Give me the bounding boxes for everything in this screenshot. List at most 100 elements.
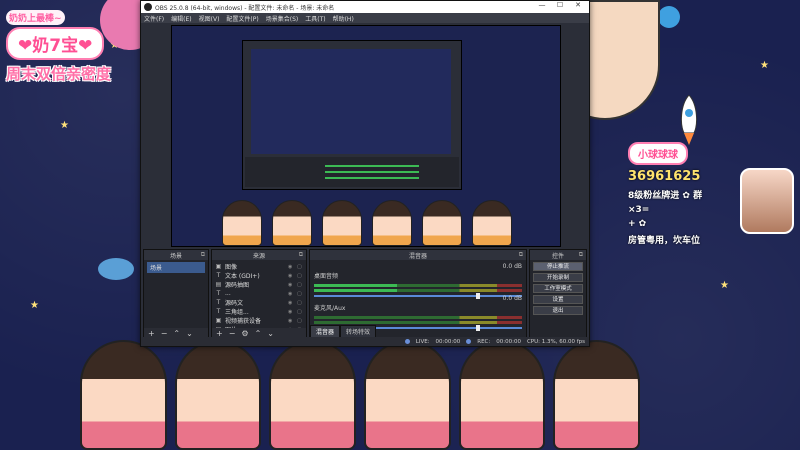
- source-item[interactable]: T 源码文 ◉ ▢: [215, 298, 303, 307]
- mixer-dock: 混音器 ⧉ 桌面音频 0.0 dB 麦克风/Aux 0.0 dB 混音器 转场特…: [309, 249, 527, 339]
- weekend-slogan: 周末双倍亲密度: [6, 65, 112, 83]
- fan-line: 房管粤用，坎车位: [628, 236, 701, 246]
- volume-meter: [314, 316, 522, 319]
- scenes-dock: 场景 ⧉ 场景 + − ⌃ ⌄: [143, 249, 209, 339]
- lock-icon[interactable]: ▢: [297, 282, 303, 288]
- source-type-icon: T: [216, 290, 221, 297]
- dock-close-icon[interactable]: ⧉: [201, 251, 205, 259]
- obs-window: OBS 25.0.8 (64-bit, windows) - 配置文件: 未命名…: [140, 0, 590, 347]
- live-time: 00:00:00: [435, 338, 461, 345]
- source-item[interactable]: ▤ 源码抽图 ◉ ▢: [215, 280, 303, 289]
- cartoon-character: [553, 340, 641, 450]
- source-item[interactable]: T 文本 (GDI+) ◉ ▢: [215, 271, 303, 280]
- title-bar: OBS 25.0.8 (64-bit, windows) - 配置文件: 未命名…: [141, 1, 589, 13]
- dock-area: 场景 ⧉ 场景 + − ⌃ ⌄ 来源 ⧉ ▣ 图像 ◉ ▢ T 文本 (GDI+) ◉ ▢ ▤ 源…: [141, 249, 589, 339]
- menu-help[interactable]: 帮助(H): [333, 14, 354, 23]
- source-name: 三角组...: [225, 309, 249, 316]
- minimize-button[interactable]: —: [533, 1, 551, 9]
- menu-profile[interactable]: 配置文件(P): [226, 14, 258, 23]
- eye-icon[interactable]: ◉: [288, 309, 294, 315]
- nested-docks: [245, 157, 459, 187]
- controls-dock: 控件 ⧉ 停止推流 开始录制 工作室模式 设置 退出: [529, 249, 587, 339]
- sources-dock: 来源 ⧉ ▣ 图像 ◉ ▢ T 文本 (GDI+) ◉ ▢ ▤ 源码抽图 ◉ ▢ T... ◉ ▢ T 源码文 ◉…: [211, 249, 307, 339]
- controls-dock-header: 控件 ⧉: [530, 250, 586, 260]
- source-name: 图像: [225, 264, 238, 271]
- lock-icon[interactable]: ▢: [297, 273, 303, 279]
- sources-dock-header: 来源 ⧉: [212, 250, 306, 260]
- source-name: 文本 (GDI+): [225, 273, 260, 280]
- rec-label: REC:: [477, 338, 491, 345]
- maximize-button[interactable]: ☐: [551, 1, 569, 9]
- menu-tools[interactable]: 工具(T): [305, 14, 325, 23]
- menu-edit[interactable]: 编辑(E): [171, 14, 191, 23]
- eye-icon[interactable]: ◉: [288, 300, 294, 306]
- eye-icon[interactable]: ◉: [288, 291, 294, 297]
- cartoon-characters: [79, 330, 641, 450]
- channel-db: 0.0 dB: [502, 295, 522, 302]
- streamer-badge: 奶奶上最棒~ ❤奶7宝❤ 周末双倍亲密度: [6, 6, 136, 84]
- source-name: 源码文: [225, 300, 244, 307]
- eye-icon[interactable]: ◉: [288, 264, 294, 270]
- dock-close-icon[interactable]: ⧉: [299, 251, 303, 259]
- source-type-icon: ▤: [215, 281, 222, 288]
- cartoon-character: [472, 200, 512, 246]
- planet-decoration: [658, 6, 680, 28]
- fan-panel-title: 小球球球: [628, 142, 688, 165]
- cartoon-character: [372, 200, 412, 246]
- eye-icon[interactable]: ◉: [288, 318, 294, 324]
- source-item[interactable]: ▣ 视频捕获设备 ◉ ▢: [215, 316, 303, 325]
- menu-scene-collection[interactable]: 场景集合(S): [266, 14, 299, 23]
- volume-meter: [314, 289, 522, 292]
- cartoon-character: [222, 200, 262, 246]
- slider-handle[interactable]: [476, 325, 481, 331]
- planet-decoration: [98, 258, 134, 280]
- cpu-status: CPU: 1.3%, 60.00 fps: [526, 338, 585, 345]
- source-name: 视频捕获设备: [225, 318, 262, 325]
- lock-icon[interactable]: ▢: [297, 309, 303, 315]
- channel-name: 麦克风/Aux: [314, 305, 346, 312]
- dock-close-icon[interactable]: ⧉: [579, 251, 583, 259]
- avatar: [740, 168, 794, 234]
- source-item[interactable]: T 三角组... ◉ ▢: [215, 307, 303, 316]
- cartoon-character: [269, 340, 356, 450]
- live-label: LIVE:: [415, 338, 430, 345]
- cartoon-character: [79, 340, 167, 450]
- rec-time: 00:00:00: [496, 338, 521, 345]
- nested-obs-capture: [242, 40, 462, 190]
- live-indicator-icon: [404, 339, 410, 344]
- volume-meter: [314, 321, 522, 324]
- cartoon-character: [272, 200, 312, 246]
- sources-list: ▣ 图像 ◉ ▢ T 文本 (GDI+) ◉ ▢ ▤ 源码抽图 ◉ ▢ T... ◉ ▢ T 源码文 ◉ ▢ T 三角组…: [212, 260, 306, 336]
- preview-canvas[interactable]: [171, 25, 561, 247]
- lock-icon[interactable]: ▢: [297, 318, 303, 324]
- obs-logo-icon: [144, 3, 152, 11]
- eye-icon[interactable]: ◉: [288, 282, 294, 288]
- exit-button[interactable]: 退出: [533, 306, 583, 315]
- status-bar: LIVE: 00:00:00 REC: 00:00:00 CPU: 1.3%, …: [141, 337, 589, 346]
- mixer-channel-mic: 麦克风/Aux 0.0 dB: [314, 295, 522, 331]
- start-recording-button[interactable]: 开始录制: [533, 273, 583, 282]
- dock-close-icon[interactable]: ⧉: [519, 251, 523, 259]
- settings-button[interactable]: 设置: [533, 295, 583, 304]
- lock-icon[interactable]: ▢: [297, 291, 303, 297]
- lock-icon[interactable]: ▢: [297, 264, 303, 270]
- lock-icon[interactable]: ▢: [297, 300, 303, 306]
- source-item[interactable]: ▣ 图像 ◉ ▢: [215, 262, 303, 271]
- eye-icon[interactable]: ◉: [288, 273, 294, 279]
- mixer-channel-desktop: 桌面音频 0.0 dB: [314, 263, 522, 299]
- stop-streaming-button[interactable]: 停止推流: [533, 262, 583, 271]
- rec-indicator-icon: [466, 339, 472, 344]
- studio-mode-button[interactable]: 工作室模式: [533, 284, 583, 293]
- menu-bar: 文件(F) 编辑(E) 视图(V) 配置文件(P) 场景集合(S) 工具(T) …: [141, 13, 589, 23]
- source-type-icon: T: [216, 299, 221, 306]
- cartoon-character: [174, 340, 262, 450]
- menu-view[interactable]: 视图(V): [199, 14, 220, 23]
- scenes-dock-header: 场景 ⧉: [144, 250, 208, 260]
- source-item[interactable]: T... ◉ ▢: [215, 289, 303, 298]
- source-type-icon: T: [216, 272, 221, 279]
- close-button[interactable]: ✕: [569, 1, 587, 9]
- menu-file[interactable]: 文件(F): [144, 14, 164, 23]
- star-icon: ★: [30, 300, 39, 311]
- rocket-icon: [680, 95, 698, 145]
- scene-item[interactable]: 场景: [147, 262, 205, 273]
